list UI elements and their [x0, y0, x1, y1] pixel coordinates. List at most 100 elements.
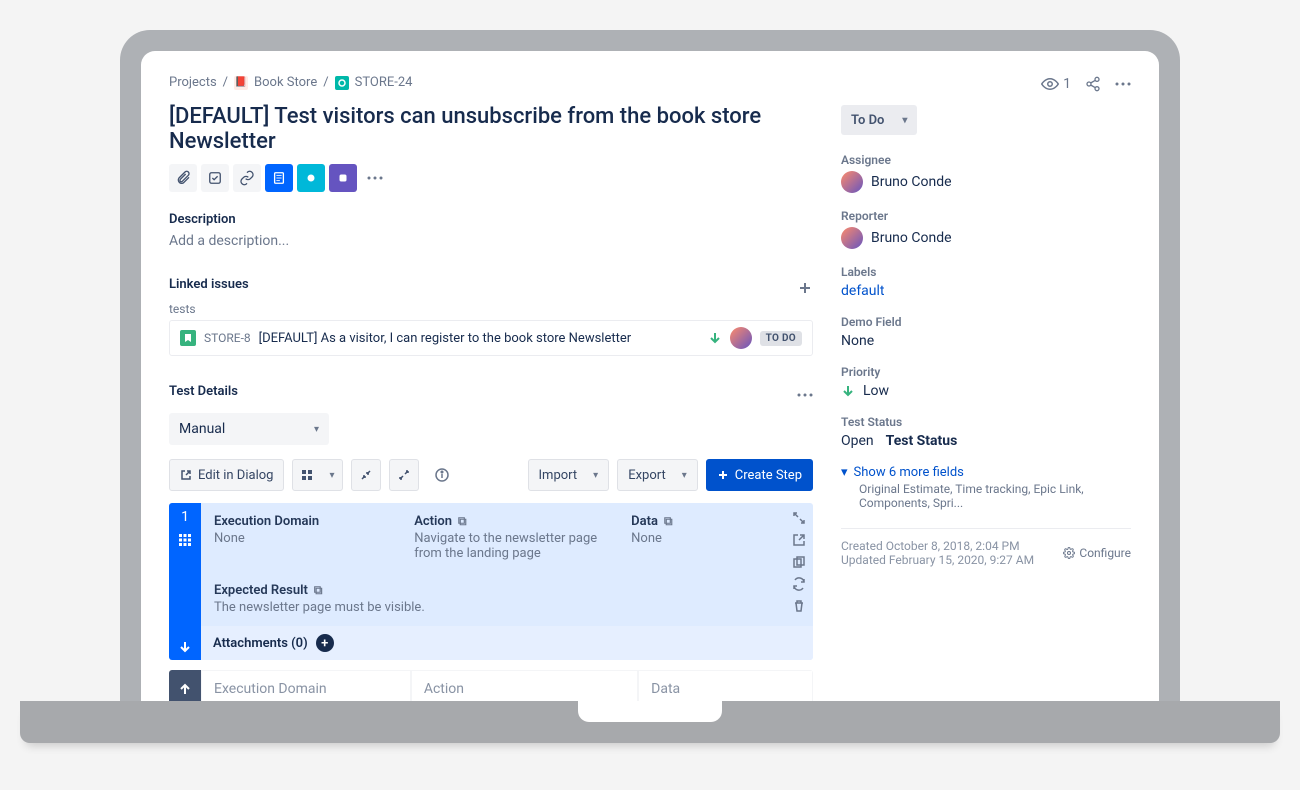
breadcrumb-projects[interactable]: Projects	[169, 75, 217, 90]
labels-label: Labels	[841, 265, 1131, 279]
test-status-value: Test Status	[886, 433, 958, 449]
linked-issues-section: Linked issues tests STORE-8 [DEFAULT] As…	[169, 277, 813, 356]
exec-domain-label: Execution Domain	[214, 681, 398, 697]
linked-issue-summary: [DEFAULT] As a visitor, I can register t…	[259, 331, 700, 346]
expand-step-icon[interactable]	[792, 511, 806, 525]
attachments-row[interactable]: Attachments (0) +	[201, 626, 813, 660]
more-toolbar-button[interactable]	[361, 164, 389, 192]
issue-top-actions: 1	[841, 75, 1131, 93]
step-tools	[785, 503, 813, 626]
test-step-1: 1 Execution Domain None Action ⧉	[169, 503, 813, 660]
chevron-down-icon: ▾	[593, 470, 598, 481]
data-cell[interactable]: Data ⧉ None	[618, 503, 785, 572]
import-button[interactable]: Import ▾	[528, 459, 610, 491]
action-cell[interactable]: Action ⧉ Navigate to the newsletter page…	[401, 503, 618, 572]
action-label: Action	[424, 681, 625, 697]
status-select[interactable]: To Do ▾	[841, 105, 917, 135]
action-label: Action	[414, 514, 452, 529]
action-cell[interactable]: Action	[411, 670, 638, 701]
chevron-down-icon: ▾	[902, 115, 907, 126]
step-rail-up[interactable]	[169, 670, 201, 701]
clone-step-icon[interactable]	[792, 555, 806, 569]
data-cell[interactable]: Data	[638, 670, 813, 701]
avatar	[841, 227, 863, 249]
watchers-button[interactable]: 1	[1041, 75, 1071, 93]
page-button[interactable]	[265, 164, 293, 192]
show-more-label: Show 6 more fields	[854, 465, 964, 480]
divider	[841, 528, 1131, 529]
show-more-fields-button[interactable]: ▾ Show 6 more fields	[841, 465, 1131, 480]
breadcrumbs: Projects / 📕 Book Store / STORE-24	[169, 75, 813, 90]
test-type-select[interactable]: Manual ▾	[169, 413, 329, 445]
priority-value: Low	[863, 383, 889, 399]
labels-value[interactable]: default	[841, 283, 1131, 299]
copy-icon[interactable]: ⧉	[314, 583, 323, 598]
subtask-button[interactable]	[201, 164, 229, 192]
issue-more-button[interactable]	[1115, 82, 1131, 86]
test-status-field[interactable]: Test Status Open Test Status	[841, 415, 1131, 449]
add-attachment-button[interactable]: +	[316, 634, 334, 652]
attach-button[interactable]	[169, 164, 197, 192]
avatar	[841, 171, 863, 193]
chevron-down-icon: ▾	[314, 424, 319, 435]
linked-issue-row[interactable]: STORE-8 [DEFAULT] As a visitor, I can re…	[169, 320, 813, 356]
copy-icon[interactable]: ⧉	[458, 514, 467, 529]
collapse-button[interactable]	[351, 459, 381, 491]
delete-step-icon[interactable]	[792, 599, 806, 613]
reporter-value: Bruno Conde	[871, 230, 952, 246]
create-step-button[interactable]: Create Step	[706, 459, 813, 491]
issue-toolbar	[169, 164, 813, 192]
edit-in-dialog-button[interactable]: Edit in Dialog	[169, 459, 284, 491]
test-details-more-button[interactable]	[797, 393, 813, 397]
labels-field[interactable]: Labels default	[841, 265, 1131, 299]
test-details-toolbar: Edit in Dialog ▾ Import ▾	[169, 459, 813, 491]
assignee-value: Bruno Conde	[871, 174, 952, 190]
grid-icon	[178, 533, 192, 547]
description-placeholder[interactable]: Add a description...	[169, 233, 813, 249]
open-step-icon[interactable]	[792, 533, 806, 547]
description-label: Description	[169, 212, 813, 227]
expand-button[interactable]	[389, 459, 419, 491]
breadcrumb-issue-key[interactable]: STORE-24	[355, 75, 413, 90]
sync-step-icon[interactable]	[792, 577, 806, 591]
status-value: To Do	[851, 113, 884, 128]
description-section: Description Add a description...	[169, 212, 813, 249]
test-status-open: Open	[841, 433, 874, 449]
exec-domain-cell[interactable]: Execution Domain	[201, 670, 411, 701]
breadcrumb-project[interactable]: Book Store	[254, 75, 317, 90]
step-number: 1	[181, 509, 189, 525]
main-column: Projects / 📕 Book Store / STORE-24 [DEFA…	[169, 75, 813, 701]
copy-icon[interactable]: ⧉	[664, 514, 673, 529]
exec-domain-cell[interactable]: Execution Domain None	[201, 503, 401, 572]
app2-button[interactable]	[329, 164, 357, 192]
assignee-field[interactable]: Assignee Bruno Conde	[841, 153, 1131, 193]
priority-label: Priority	[841, 365, 1131, 379]
info-button[interactable]	[427, 459, 457, 491]
more-fields-desc: Original Estimate, Time tracking, Epic L…	[841, 482, 1131, 510]
step-rail[interactable]: 1	[169, 503, 201, 660]
test-type-value: Manual	[179, 421, 225, 437]
reporter-label: Reporter	[841, 209, 1131, 223]
configure-label: Configure	[1079, 546, 1131, 560]
laptop-base	[20, 701, 1280, 743]
export-button[interactable]: Export ▾	[617, 459, 698, 491]
linked-type-label: tests	[169, 302, 813, 316]
data-value: None	[631, 531, 772, 546]
add-linked-issue-button[interactable]	[797, 280, 813, 296]
expected-result-cell[interactable]: Expected Result ⧉ The newsletter page mu…	[201, 572, 785, 626]
priority-field[interactable]: Priority Low	[841, 365, 1131, 399]
laptop-notch	[575, 701, 725, 725]
chevron-down-icon: ▾	[841, 465, 848, 480]
link-button[interactable]	[233, 164, 261, 192]
share-button[interactable]	[1085, 76, 1101, 92]
reporter-field[interactable]: Reporter Bruno Conde	[841, 209, 1131, 249]
configure-button[interactable]: Configure	[1063, 546, 1131, 560]
arrow-down-icon[interactable]	[178, 640, 192, 654]
app1-button[interactable]	[297, 164, 325, 192]
exec-domain-label: Execution Domain	[214, 514, 319, 529]
demo-field[interactable]: Demo Field None	[841, 315, 1131, 349]
test-details-label: Test Details	[169, 384, 238, 399]
test-details-header: Test Details	[169, 384, 813, 405]
exec-domain-value: None	[214, 531, 388, 546]
grid-view-button[interactable]: ▾	[292, 459, 343, 491]
